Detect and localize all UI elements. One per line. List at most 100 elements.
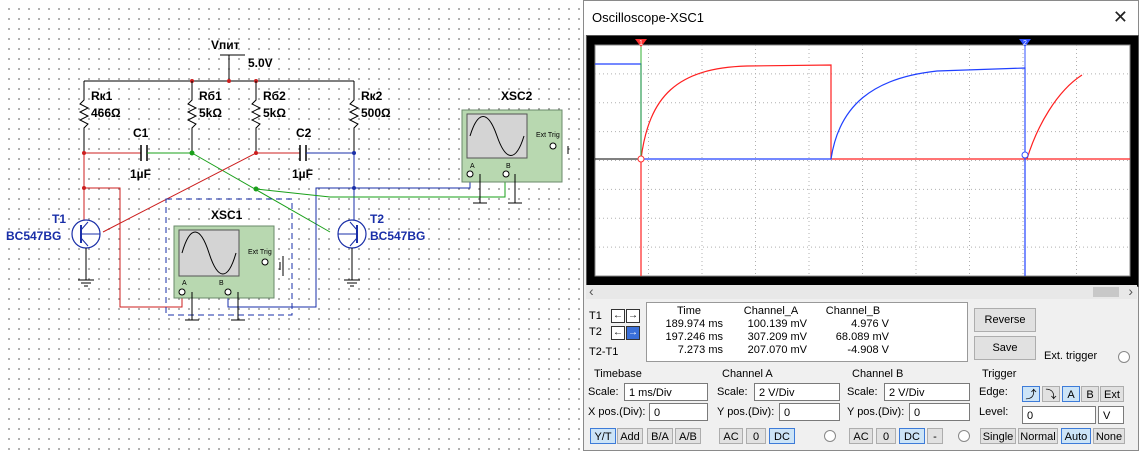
capacitor-c1[interactable]: C1 1µF <box>84 126 192 181</box>
save-button[interactable]: Save <box>974 336 1036 360</box>
supply-label: Vпит <box>211 38 240 52</box>
resistor-rk2[interactable]: Rк2 500Ω <box>348 81 391 153</box>
svg-text:Rк1: Rк1 <box>91 89 113 103</box>
svg-text:Rб1: Rб1 <box>199 89 222 103</box>
channel-b-dc-button[interactable]: DC <box>899 428 925 444</box>
channel-b-scale-label: Scale: <box>847 386 878 398</box>
timebase-scale-field[interactable]: 1 ms/Div <box>624 383 708 401</box>
svg-text:1µF: 1µF <box>292 167 313 181</box>
wire-scope2-a <box>354 172 471 189</box>
ground-icon <box>78 248 94 287</box>
trigger-single-button[interactable]: Single <box>980 428 1016 444</box>
channel-a-ac-button[interactable]: AC <box>719 428 743 444</box>
channel-a-radio[interactable] <box>824 430 836 442</box>
row-t1-b: 4.976 V <box>851 318 889 330</box>
resistor-rb2[interactable]: Rб2 5kΩ <box>250 81 286 153</box>
transistor-t1[interactable]: T1 BC547BG <box>6 212 101 249</box>
level-label: Level: <box>979 406 1009 418</box>
schematic-canvas[interactable]: Vпит 5.0V Rк1 466Ω Rб1 5kΩ Rб2 5kΩ Rк2 5… <box>0 0 585 451</box>
t1-right-button[interactable]: → <box>626 309 640 323</box>
cursor-t2-label: T2 <box>589 326 602 338</box>
scope-graph[interactable]: 1 2 <box>587 36 1138 286</box>
row-t2-a: 307.209 mV <box>747 331 807 343</box>
resistor-rb1[interactable]: Rб1 5kΩ <box>186 81 222 153</box>
trigger-source-b-button[interactable]: B <box>1081 386 1099 402</box>
resistor-rk1[interactable]: Rк1 466Ω <box>78 81 121 153</box>
ground-icon <box>344 248 360 287</box>
mode-ba-button[interactable]: B/A <box>647 428 673 444</box>
channel-b-scale-field[interactable]: 2 V/Div <box>884 383 970 401</box>
row-t1-time: 189.974 ms <box>665 318 723 330</box>
trigger-level-field[interactable]: 0 <box>1022 406 1096 424</box>
cursor-diff-label: T2-T1 <box>589 346 619 358</box>
cursor-t2-marker <box>1021 151 1029 159</box>
scope-xsc1[interactable]: XSC1 Ext Trig A B <box>165 198 293 321</box>
svg-text:C2: C2 <box>296 126 312 140</box>
channel-a-zero-button[interactable]: 0 <box>746 428 766 444</box>
header-channel-a: Channel_A <box>743 305 799 317</box>
mode-ab-button[interactable]: A/B <box>675 428 701 444</box>
svg-text:Ext Trig: Ext Trig <box>536 132 560 139</box>
edge-rising-icon[interactable]: ⤴ <box>1022 386 1040 402</box>
trigger-source-a-button[interactable]: A <box>1062 386 1080 402</box>
row-t2-b: 68.089 mV <box>835 331 889 343</box>
svg-text:B: B <box>219 280 224 287</box>
t2-left-button[interactable]: ← <box>611 326 625 340</box>
row-diff-time: 7.273 ms <box>677 344 723 356</box>
wire-scope1-a <box>84 187 183 308</box>
close-icon[interactable]: ✕ <box>1113 7 1128 28</box>
svg-text:Ext Trig: Ext Trig <box>248 249 272 256</box>
cursor-readout-table: Time 189.974 ms 197.246 ms 7.273 ms Chan… <box>646 302 968 362</box>
channel-a-title: Channel A <box>722 368 773 380</box>
transistor-t2[interactable]: T2 BC547BG <box>337 212 425 249</box>
channel-a-dc-button[interactable]: DC <box>769 428 795 444</box>
reverse-button[interactable]: Reverse <box>974 308 1036 332</box>
scroll-left-icon[interactable]: ‹ <box>589 283 594 299</box>
svg-text:A: A <box>470 163 475 170</box>
window-title: Oscilloscope-XSC1 <box>592 10 704 25</box>
trigger-normal-button[interactable]: Normal <box>1018 428 1058 444</box>
scope-xsc2[interactable]: XSC2 Ext Trig A B <box>461 89 569 204</box>
t1-left-button[interactable]: ← <box>611 309 625 323</box>
svg-text:C1: C1 <box>133 126 149 140</box>
channel-a-ypos-field[interactable]: 0 <box>779 403 840 421</box>
horizontal-scrollbar[interactable]: ‹ › <box>586 283 1137 299</box>
channel-b-ac-button[interactable]: AC <box>849 428 873 444</box>
row-diff-a: 207.070 mV <box>747 344 807 356</box>
ext-trigger-label: Ext. trigger <box>1044 350 1098 362</box>
trigger-none-button[interactable]: None <box>1093 428 1125 444</box>
t2-right-button[interactable]: → <box>626 326 640 340</box>
trigger-title: Trigger <box>982 368 1017 380</box>
capacitor-c2[interactable]: C2 1µF <box>256 126 354 181</box>
svg-text:5kΩ: 5kΩ <box>263 106 286 120</box>
svg-text:BC547BG: BC547BG <box>370 229 425 243</box>
trigger-auto-button[interactable]: Auto <box>1061 428 1091 444</box>
ext-trigger-radio[interactable] <box>1118 351 1130 363</box>
title-bar[interactable]: Oscilloscope-XSC1 ✕ <box>584 1 1138 35</box>
edge-label: Edge: <box>979 386 1008 398</box>
trigger-source-ext-button[interactable]: Ext <box>1100 386 1124 402</box>
row-t1-a: 100.139 mV <box>747 318 807 330</box>
channel-b-zero-button[interactable]: 0 <box>876 428 896 444</box>
scroll-right-icon[interactable]: › <box>1128 283 1133 299</box>
svg-text:Rк2: Rк2 <box>361 89 383 103</box>
trigger-level-unit[interactable]: V <box>1098 406 1124 424</box>
scope-screen[interactable]: 1 2 <box>586 35 1139 287</box>
oscilloscope-window[interactable]: Oscilloscope-XSC1 ✕ 1 2 ‹ › T1 ← → T2 ← … <box>583 0 1139 451</box>
mode-yt-button[interactable]: Y/T <box>590 428 616 444</box>
channel-b-invert-button[interactable]: - <box>927 428 943 444</box>
channel-b-ypos-label: Y pos.(Div): <box>847 406 905 418</box>
svg-text:Rб2: Rб2 <box>263 89 286 103</box>
svg-text:XSC1: XSC1 <box>211 208 243 222</box>
xpos-field[interactable]: 0 <box>649 403 708 421</box>
xpos-label: X pos.(Div): <box>588 406 646 418</box>
channel-a-scale-field[interactable]: 2 V/Div <box>754 383 840 401</box>
channel-b-ypos-field[interactable]: 0 <box>909 403 970 421</box>
scroll-thumb[interactable] <box>1093 287 1119 297</box>
svg-text:XSC2: XSC2 <box>501 89 533 103</box>
mode-add-button[interactable]: Add <box>617 428 643 444</box>
edge-falling-icon[interactable]: ⤵ <box>1042 386 1060 402</box>
channel-b-title: Channel B <box>852 368 904 380</box>
channel-b-radio[interactable] <box>958 430 970 442</box>
svg-text:1: 1 <box>639 40 643 47</box>
